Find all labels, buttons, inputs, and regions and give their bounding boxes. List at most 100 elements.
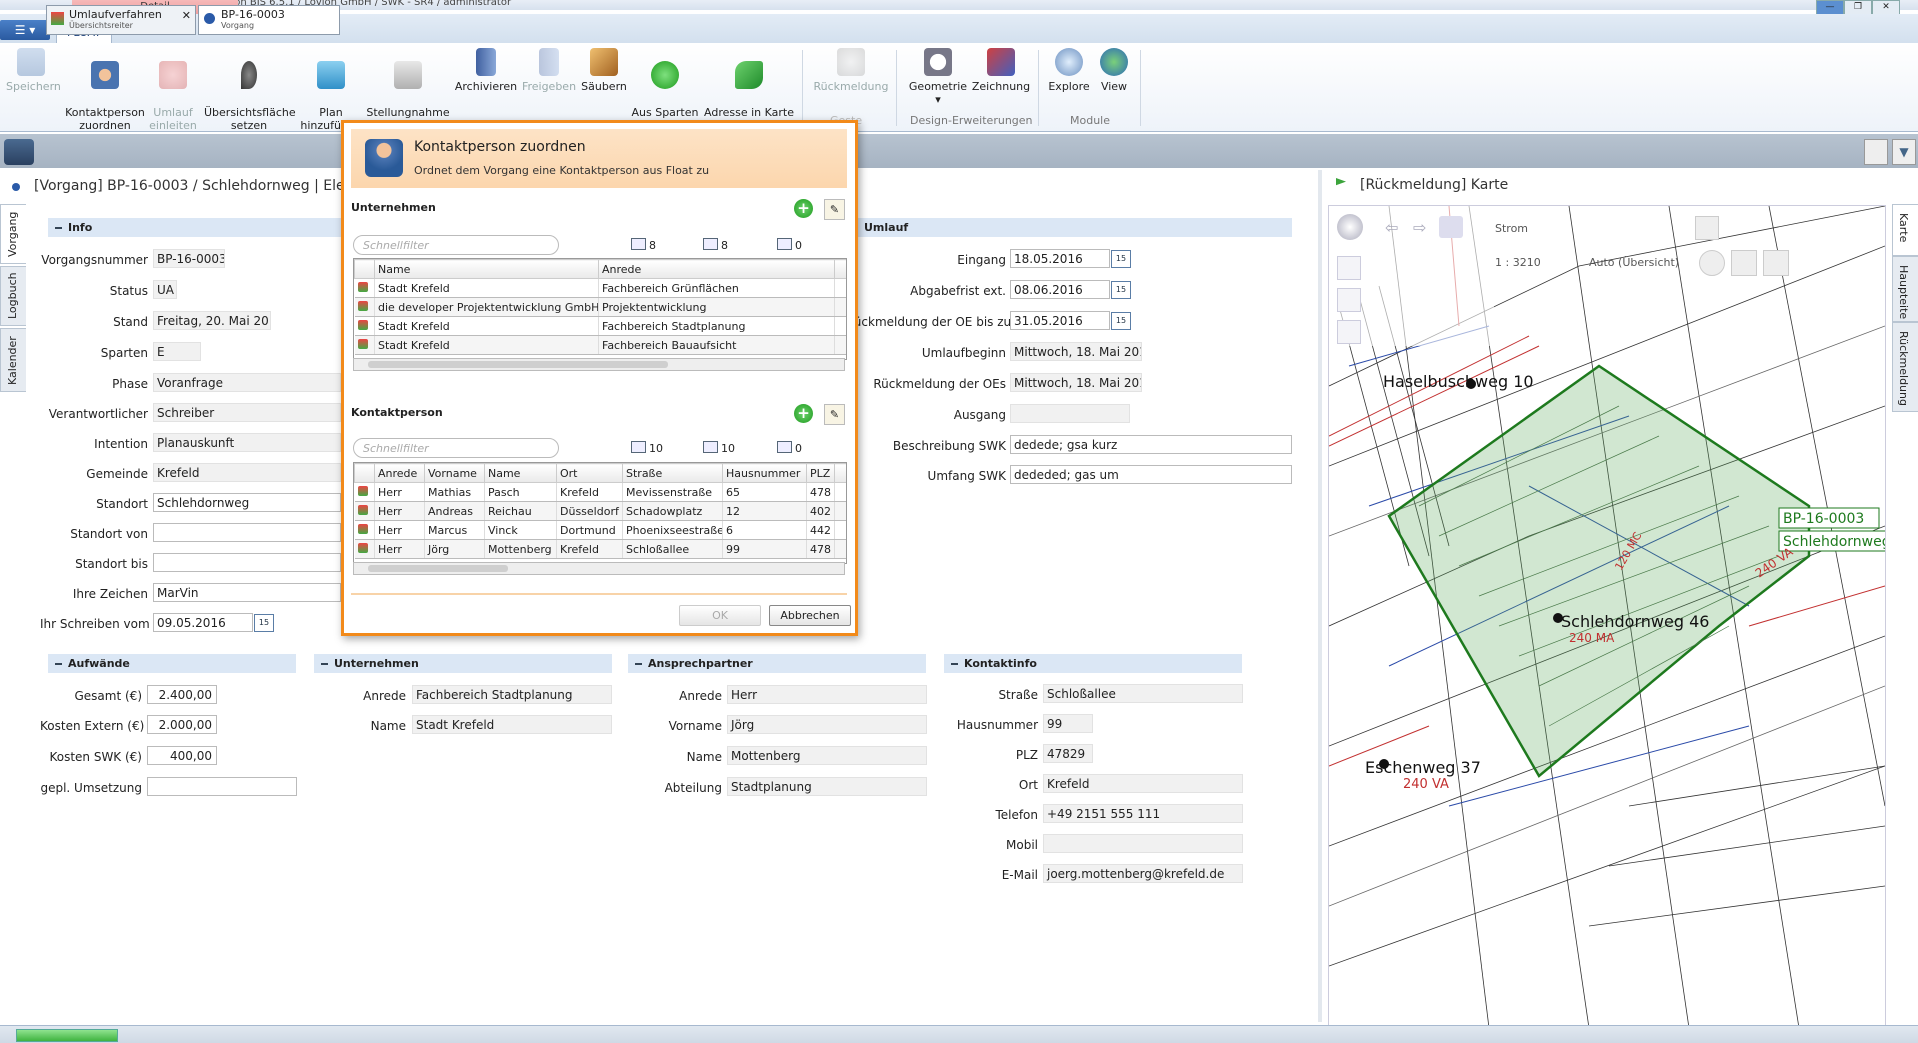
map-canvas[interactable]: Haselbuschweg 10 Schlehdornweg 46 Eschen… bbox=[1328, 205, 1886, 1029]
section-info[interactable]: Info bbox=[48, 218, 346, 237]
rvtab-karte[interactable]: Karte bbox=[1892, 204, 1918, 256]
saeubern-button[interactable]: Säubern bbox=[580, 48, 628, 93]
table-row[interactable]: Stadt Krefeld Fachbereich Grünflächen bbox=[354, 278, 846, 298]
zeichnung-button[interactable]: Zeichnung bbox=[970, 48, 1032, 93]
column-header-plz[interactable]: PLZ bbox=[806, 463, 835, 483]
map-measure-icon[interactable] bbox=[1695, 216, 1719, 240]
column-header-name[interactable]: Name bbox=[484, 463, 557, 483]
map-forward-icon[interactable]: ⇨ bbox=[1413, 218, 1435, 237]
select-intention[interactable]: Planauskunft bbox=[153, 433, 341, 452]
map-back-icon[interactable]: ⇦ bbox=[1385, 218, 1407, 237]
vtab-vorgang[interactable]: Vorgang bbox=[0, 204, 28, 264]
archivieren-button[interactable]: Archivieren bbox=[454, 48, 518, 93]
rueckmeldung-button[interactable]: Rückmeldung bbox=[810, 48, 892, 93]
navigation-orb-icon[interactable] bbox=[4, 139, 34, 165]
input-standort-von[interactable] bbox=[153, 523, 341, 542]
app-menu-button[interactable]: ☰ ▾ bbox=[0, 20, 50, 40]
input-umfang-swk[interactable]: dededed; gas um bbox=[1010, 465, 1292, 484]
map-tool-icon[interactable] bbox=[1731, 250, 1757, 276]
section-ansprechpartner[interactable]: Ansprechpartner bbox=[628, 654, 926, 673]
doctab-umlaufverfahren[interactable]: Umlaufverfahren Übersichtsreiter ✕ bbox=[46, 5, 196, 35]
unternehmen-hscroll[interactable] bbox=[353, 358, 845, 371]
column-chooser-icon[interactable] bbox=[834, 259, 846, 279]
geometrie-button[interactable]: Geometrie ▾ bbox=[906, 48, 970, 106]
input-ihr-schreiben-vom[interactable]: 09.05.2016 bbox=[153, 613, 253, 632]
input-ihre-zeichen[interactable]: MarVin bbox=[153, 583, 341, 602]
input-kosten-extern[interactable]: 2.000,00 bbox=[147, 715, 217, 734]
section-aufwaende[interactable]: Aufwände bbox=[48, 654, 296, 673]
input-standort-bis[interactable] bbox=[153, 553, 341, 572]
input-gepl-umsetzung[interactable] bbox=[147, 777, 297, 796]
column-header-select[interactable] bbox=[354, 259, 375, 279]
vtab-kalender[interactable]: Kalender bbox=[0, 328, 28, 392]
table-row[interactable]: Herr Andreas Reichau Düsseldorf Schadowplatz… bbox=[354, 501, 846, 521]
table-row[interactable]: Herr Jörg Mottenberg Krefeld Schloßallee 99 47… bbox=[354, 539, 846, 559]
kontaktperson-hscroll[interactable] bbox=[353, 562, 845, 575]
unternehmen-grid[interactable]: Name Anrede Stadt Krefeld Fachbereich Grün… bbox=[353, 258, 847, 360]
freigeben-button[interactable]: Freigeben bbox=[520, 48, 578, 93]
rvtab-rueckmeldung[interactable]: Rückmeldung bbox=[1892, 322, 1918, 412]
input-gesamt[interactable]: 2.400,00 bbox=[147, 685, 217, 704]
map-print-icon[interactable] bbox=[1763, 250, 1789, 276]
kontaktperson-zuordnen-button[interactable]: Kontaktperson zuordnen bbox=[64, 48, 146, 132]
select-gemeinde[interactable]: Krefeld bbox=[153, 463, 341, 482]
view-button[interactable]: View bbox=[1094, 48, 1134, 93]
column-header-vorname[interactable]: Vorname bbox=[424, 463, 485, 483]
abbrechen-button[interactable]: Abbrechen bbox=[769, 605, 851, 626]
map-zoom-tool-icon[interactable] bbox=[1337, 320, 1361, 344]
input-eingang[interactable]: 18.05.2016 bbox=[1010, 249, 1110, 268]
table-row[interactable]: die developer Projektentwicklung GmbH Pro… bbox=[354, 297, 846, 317]
column-header-name[interactable]: Name bbox=[374, 259, 599, 279]
select-verantwortlicher[interactable]: Schreiber bbox=[153, 403, 341, 422]
doctab-bp-16-0003[interactable]: BP-16-0003 Vorgang bbox=[198, 5, 340, 35]
input-rueckmeldung-oe-bis[interactable]: 31.05.2016 bbox=[1010, 311, 1110, 330]
column-header-anrede[interactable]: Anrede bbox=[374, 463, 425, 483]
input-abgabefrist[interactable]: 08.06.2016 bbox=[1010, 280, 1110, 299]
section-umlauf[interactable]: Umlauf bbox=[844, 218, 1292, 237]
ok-button[interactable]: OK bbox=[679, 605, 761, 626]
section-unternehmen[interactable]: Unternehmen bbox=[314, 654, 612, 673]
umlauf-einleiten-button[interactable]: Umlauf einleiten bbox=[148, 48, 198, 132]
kontaktperson-filter-input[interactable]: Schnellfilter bbox=[353, 438, 559, 458]
table-row[interactable]: Herr Marcus Vinck Dortmund Phoenixseestraße 6… bbox=[354, 520, 846, 540]
uebersichtsflaeche-setzen-button[interactable]: Übersichtsfläche setzen bbox=[204, 48, 296, 132]
calendar-icon[interactable]: 15 bbox=[1111, 312, 1131, 330]
input-beschreibung-swk[interactable]: dedede; gsa kurz bbox=[1010, 435, 1292, 454]
rvtab-haupteite[interactable]: Haupteite bbox=[1892, 256, 1918, 322]
column-header-select[interactable] bbox=[354, 463, 375, 483]
select-phase[interactable]: Voranfrage bbox=[153, 373, 341, 392]
map-pan-tool-icon[interactable] bbox=[1337, 288, 1361, 312]
layout-toggle-icon[interactable] bbox=[1864, 139, 1888, 165]
input-kosten-swk[interactable]: 400,00 bbox=[147, 746, 217, 765]
calendar-icon[interactable]: 15 bbox=[1111, 281, 1131, 299]
add-unternehmen-button[interactable]: + bbox=[794, 199, 813, 218]
map-drawing[interactable]: Haselbuschweg 10 Schlehdornweg 46 Eschen… bbox=[1329, 206, 1885, 1028]
add-kontaktperson-button[interactable]: + bbox=[794, 404, 813, 423]
map-header: [Rückmeldung] Karte bbox=[1324, 172, 1884, 202]
edit-kontaktperson-button[interactable]: ✎ bbox=[824, 404, 845, 425]
column-header-strasse[interactable]: Straße bbox=[622, 463, 723, 483]
column-header-ort[interactable]: Ort bbox=[556, 463, 623, 483]
explore-button[interactable]: Explore bbox=[1044, 48, 1094, 93]
edit-unternehmen-button[interactable]: ✎ bbox=[824, 199, 845, 220]
table-row[interactable]: Stadt Krefeld Fachbereich Stadtplanung bbox=[354, 316, 846, 336]
section-kontaktinfo[interactable]: Kontaktinfo bbox=[944, 654, 1242, 673]
map-select-tool-icon[interactable] bbox=[1337, 256, 1361, 280]
calendar-icon[interactable]: 15 bbox=[1111, 250, 1131, 268]
close-tab-icon[interactable]: ✕ bbox=[182, 9, 191, 22]
map-zoom-icon[interactable] bbox=[1699, 250, 1725, 276]
column-header-hausnummer[interactable]: Hausnummer bbox=[722, 463, 807, 483]
map-nav-wheel-icon[interactable] bbox=[1337, 214, 1363, 240]
map-refresh-icon[interactable] bbox=[1439, 216, 1463, 238]
splitter[interactable] bbox=[1318, 170, 1322, 1022]
input-standort[interactable]: Schlehdornweg bbox=[153, 493, 341, 512]
calendar-icon[interactable]: 15 bbox=[254, 614, 274, 632]
unternehmen-filter-input[interactable]: Schnellfilter bbox=[353, 235, 559, 255]
speichern-button[interactable]: Speichern bbox=[6, 48, 61, 93]
tab-dropdown-icon[interactable]: ▼ bbox=[1892, 139, 1916, 165]
table-row[interactable]: Stadt Krefeld Fachbereich Bauaufsicht bbox=[354, 335, 846, 355]
table-row[interactable]: Herr Mathias Pasch Krefeld Mevissenstraße 65 4… bbox=[354, 482, 846, 502]
vtab-logbuch[interactable]: Logbuch bbox=[0, 266, 28, 326]
kontaktperson-grid[interactable]: Anrede Vorname Name Ort Straße Hausnumme… bbox=[353, 462, 847, 564]
column-header-anrede[interactable]: Anrede bbox=[598, 259, 835, 279]
